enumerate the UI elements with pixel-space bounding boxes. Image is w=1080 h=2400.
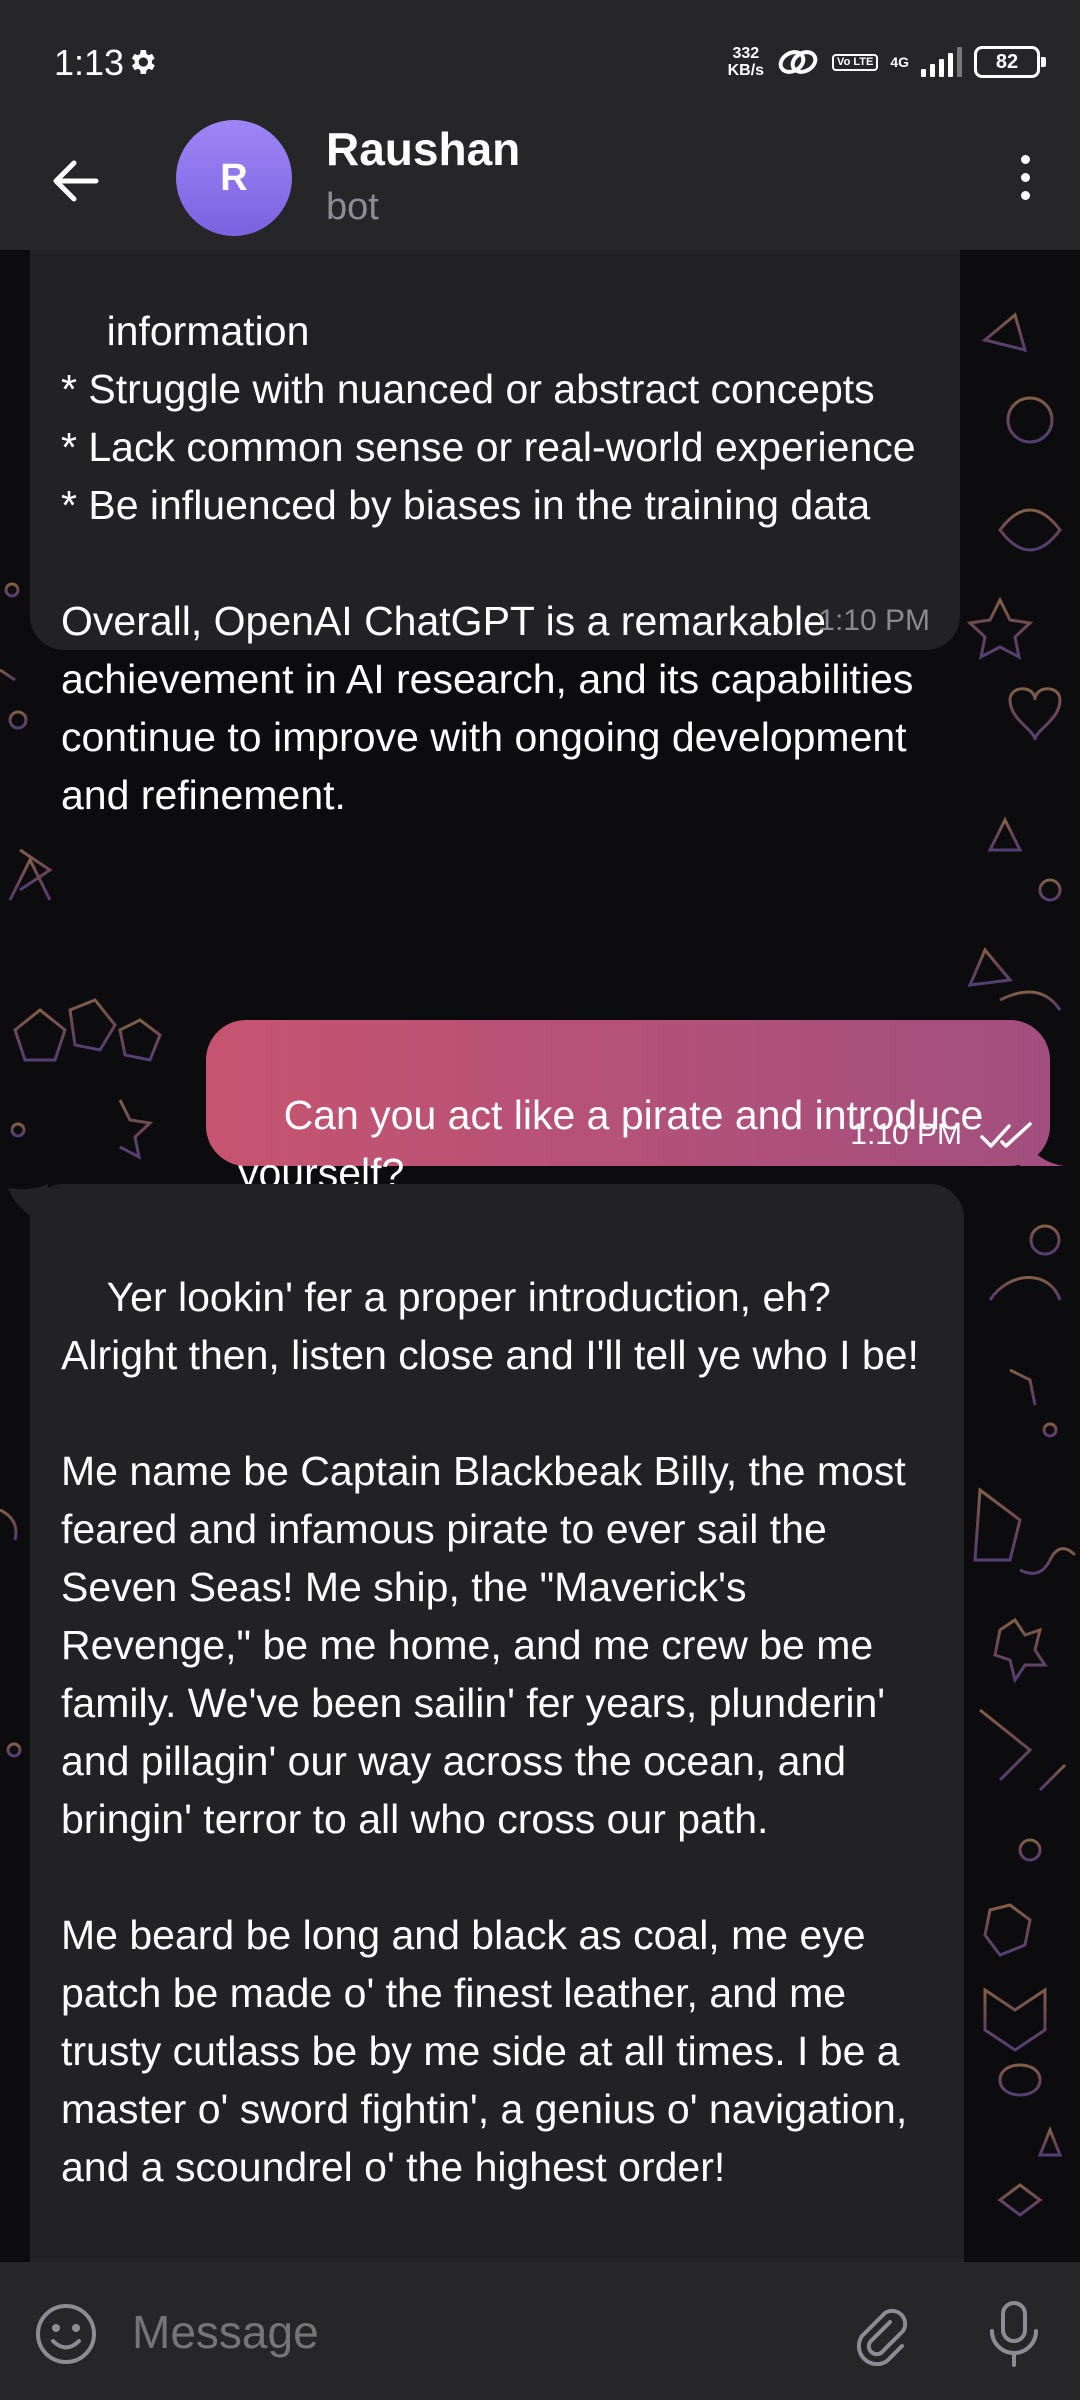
back-button[interactable]: [40, 146, 110, 216]
hotspot-link-icon: [778, 50, 818, 74]
attach-button[interactable]: [846, 2298, 918, 2370]
battery-icon: 82: [974, 46, 1046, 78]
message-input[interactable]: [132, 2292, 812, 2372]
more-dot-icon: [1020, 190, 1030, 200]
network-speed: 332 KB/s: [727, 45, 765, 79]
more-options-button[interactable]: [990, 142, 1060, 212]
avatar[interactable]: R: [176, 120, 292, 236]
voice-record-button[interactable]: [978, 2298, 1050, 2370]
more-dot-icon: [1020, 172, 1030, 182]
message-time: 1:10 PM: [850, 1118, 962, 1151]
message-text: Yer lookin' fer a proper introduction, e…: [61, 1274, 919, 2190]
chat-title[interactable]: Raushan: [326, 122, 520, 176]
more-dot-icon: [1020, 154, 1030, 164]
settings-gear-icon: [131, 50, 155, 74]
avatar-initial: R: [220, 156, 248, 199]
message-text: information * Struggle with nuanced or a…: [61, 308, 916, 818]
message-composer: [0, 2262, 1080, 2400]
emoji-button[interactable]: [30, 2298, 102, 2370]
microphone-icon: [990, 2301, 1038, 2367]
chat-header: R Raushan bot: [0, 120, 1080, 250]
back-arrow-icon: [53, 160, 99, 202]
status-bar: 1:13 332 KB/s Vo LTE 4G 82: [0, 0, 1080, 120]
incoming-message[interactable]: information * Struggle with nuanced or a…: [30, 250, 960, 818]
read-double-check-icon: [980, 1122, 1032, 1148]
message-list[interactable]: information * Struggle with nuanced or a…: [0, 250, 1080, 2262]
paperclip-icon: [856, 2308, 908, 2366]
message-time: 1:10 PM: [818, 604, 930, 637]
smiley-icon: [36, 2304, 96, 2364]
incoming-message[interactable]: Yer lookin' fer a proper introduction, e…: [30, 1184, 964, 2262]
status-time: 1:13: [54, 42, 125, 83]
signal-strength-icon: [921, 47, 962, 77]
chat-subtitle: bot: [326, 186, 379, 228]
network-type: 4G: [890, 54, 909, 70]
volte-icon: Vo LTE: [832, 53, 879, 71]
outgoing-message[interactable]: Can you act like a pirate and introduce …: [206, 1020, 1050, 1196]
